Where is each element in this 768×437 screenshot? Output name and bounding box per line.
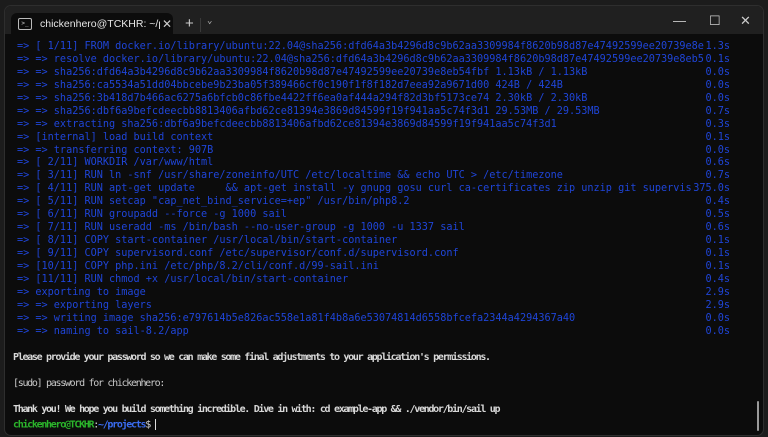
build-line: => [ 4/11] RUN apt-get update && apt-get… — [17, 183, 763, 196]
build-line-time: 0.7s — [705, 105, 730, 117]
build-line-time: 0.7s — [705, 170, 730, 182]
build-line-text: => [ 7/11] RUN useradd -ms /bin/bash --n… — [17, 222, 465, 234]
terminal-icon: >_ — [18, 17, 32, 30]
build-line-text: => [ 5/11] RUN setcap "cap_net_bind_serv… — [17, 196, 410, 208]
build-line-text: => [ 4/11] RUN apt-get update && apt-get… — [17, 183, 692, 195]
build-line-time: 0.6s — [705, 157, 730, 169]
build-line: => => extracting sha256:dbf6a9befcdeecbb… — [17, 119, 763, 132]
build-line-text: => [internal] load build context — [17, 131, 214, 143]
sudo-prompt: [sudo] password for chickenhero: — [13, 378, 165, 389]
build-line-time: 0.4s — [705, 273, 730, 285]
build-line-text: => [ 1/11] FROM docker.io/library/ubuntu… — [17, 41, 704, 52]
build-line-time: 0.1s — [705, 260, 730, 272]
chevron-down-icon[interactable]: ⌄ — [207, 16, 212, 26]
build-line-text: => => sha256:ca5534a51dd04bbcebe9b23ba05… — [17, 79, 563, 91]
build-line: => => writing image sha256:e797614b5e826… — [17, 313, 763, 326]
build-line: => [ 6/11] RUN groupadd --force -g 1000 … — [17, 209, 763, 222]
build-line-text: => => transferring context: 907B — [17, 144, 214, 156]
close-button[interactable]: ✕ — [740, 13, 751, 29]
build-line-time: 0.0s — [705, 92, 730, 104]
build-line: => [ 7/11] RUN useradd -ms /bin/bash --n… — [17, 222, 763, 235]
build-line-text: => => naming to sail-8.2/app — [17, 325, 189, 337]
build-line-time: 0.0s — [705, 325, 730, 337]
title-bar: >_ chickenhero@TCKHR: ~/proje ✕ + ⌄ — ☐ … — [5, 6, 763, 34]
build-line-text: => [ 9/11] COPY supervisord.conf /etc/su… — [17, 248, 459, 259]
build-line-time: 375.0s — [693, 183, 730, 195]
build-line: => => sha256:dfd64a3b4296d8c9b62aa330998… — [17, 67, 763, 80]
build-line-text: => => sha256:3b418d7b466ac6275a6bfcb0c86… — [17, 92, 588, 104]
build-line: => => sha256:ca5534a51dd04bbcebe9b23ba05… — [17, 80, 763, 93]
new-tab-button[interactable]: + — [185, 15, 194, 32]
terminal-tab[interactable]: >_ chickenhero@TCKHR: ~/proje ✕ — [11, 13, 173, 34]
build-line-text: => exporting to image — [17, 286, 146, 298]
build-line-time: 2.9s — [705, 286, 730, 298]
build-line-text: => => writing image sha256:e797614b5e826… — [17, 312, 576, 324]
build-line: => [internal] load build context 0.1s — [17, 132, 763, 145]
build-line-time: 0.1s — [705, 53, 730, 65]
prompt-symbol: $ — [145, 419, 151, 431]
password-message: Please provide your password so we can m… — [13, 352, 491, 363]
maximize-button[interactable]: ☐ — [709, 13, 721, 29]
build-line: => => sha256:3b418d7b466ac6275a6bfcb0c86… — [17, 93, 763, 106]
minimize-button[interactable]: — — [673, 13, 686, 28]
build-line-time: 0.5s — [705, 209, 730, 221]
thank-you-message: Thank you! We hope you build something i… — [13, 404, 501, 415]
prompt-user-host: chickenhero@TCKHR — [13, 419, 95, 431]
build-line: => [ 2/11] WORKDIR /var/www/html 0.6s — [17, 157, 763, 170]
build-line-time: 2.9s — [705, 299, 730, 311]
build-line: => => naming to sail-8.2/app 0.0s — [17, 326, 763, 339]
build-line: => [ 1/11] FROM docker.io/library/ubuntu… — [17, 41, 763, 54]
build-line-time: 0.1s — [705, 235, 730, 247]
build-line: => exporting to image 2.9s — [17, 287, 763, 300]
terminal-window: >_ chickenhero@TCKHR: ~/proje ✕ + ⌄ — ☐ … — [4, 5, 764, 436]
build-line-text: => => exporting layers — [17, 299, 152, 311]
build-line-text: => => extracting sha256:dbf6a9befcdeecbb… — [17, 118, 557, 130]
build-line: => => resolve docker.io/library/ubuntu:2… — [17, 54, 763, 67]
build-line-time: 0.1s — [705, 248, 730, 259]
build-line-text: => [10/11] COPY php.ini /etc/php/8.2/cli… — [17, 260, 379, 272]
build-line-time: 1.3s — [705, 41, 730, 52]
build-line: => [ 8/11] COPY start-container /usr/loc… — [17, 235, 763, 248]
build-line-time: 0.3s — [705, 118, 730, 130]
build-line-time: 0.4s — [705, 196, 730, 208]
build-line: => => transferring context: 907B 0.0s — [17, 145, 763, 158]
build-line-time: 0.0s — [705, 312, 730, 324]
build-line-text: => => sha256:dbf6a9befcdeecbb8813406afbd… — [17, 105, 600, 117]
build-line-text: => => sha256:dfd64a3b4296d8c9b62aa330998… — [17, 66, 588, 78]
build-line: => [ 5/11] RUN setcap "cap_net_bind_serv… — [17, 196, 763, 209]
build-line-text: => [ 2/11] WORKDIR /var/www/html — [17, 157, 214, 169]
build-line-text: => [ 6/11] RUN groupadd --force -g 1000 … — [17, 209, 287, 221]
tab-close-icon[interactable]: ✕ — [162, 17, 172, 31]
build-line-time: 0.1s — [705, 131, 730, 143]
build-line: => [10/11] COPY php.ini /etc/php/8.2/cli… — [17, 261, 763, 274]
build-line-text: => [ 8/11] COPY start-container /usr/loc… — [17, 235, 398, 247]
build-line-text: => => resolve docker.io/library/ubuntu:2… — [17, 53, 704, 65]
shell-prompt[interactable]: chickenhero@TCKHR:~/projects$ — [13, 419, 156, 431]
scrollbar[interactable] — [757, 401, 759, 431]
build-line-time: 0.6s — [705, 222, 730, 234]
build-line: => [ 3/11] RUN ln -snf /usr/share/zonein… — [17, 170, 763, 183]
build-line-text: => [ 3/11] RUN ln -snf /usr/share/zonein… — [17, 170, 563, 182]
divider — [200, 18, 201, 32]
build-line: => [ 9/11] COPY supervisord.conf /etc/su… — [17, 248, 763, 261]
build-line-time: 0.0s — [705, 144, 730, 156]
build-line-time: 0.0s — [705, 66, 730, 78]
build-line: => => sha256:dbf6a9befcdeecbb8813406afbd… — [17, 106, 763, 119]
build-line-time: 0.0s — [705, 79, 730, 91]
prompt-path: ~/projects — [97, 419, 147, 431]
build-line: => => exporting layers 2.9s — [17, 300, 763, 313]
build-output: => [ 1/11] FROM docker.io/library/ubuntu… — [17, 41, 763, 339]
build-line-text: => [11/11] RUN chmod +x /usr/local/bin/s… — [17, 273, 349, 285]
tab-title: chickenhero@TCKHR: ~/proje — [40, 17, 160, 30]
text-cursor — [154, 419, 156, 430]
build-line: => [11/11] RUN chmod +x /usr/local/bin/s… — [17, 274, 763, 287]
